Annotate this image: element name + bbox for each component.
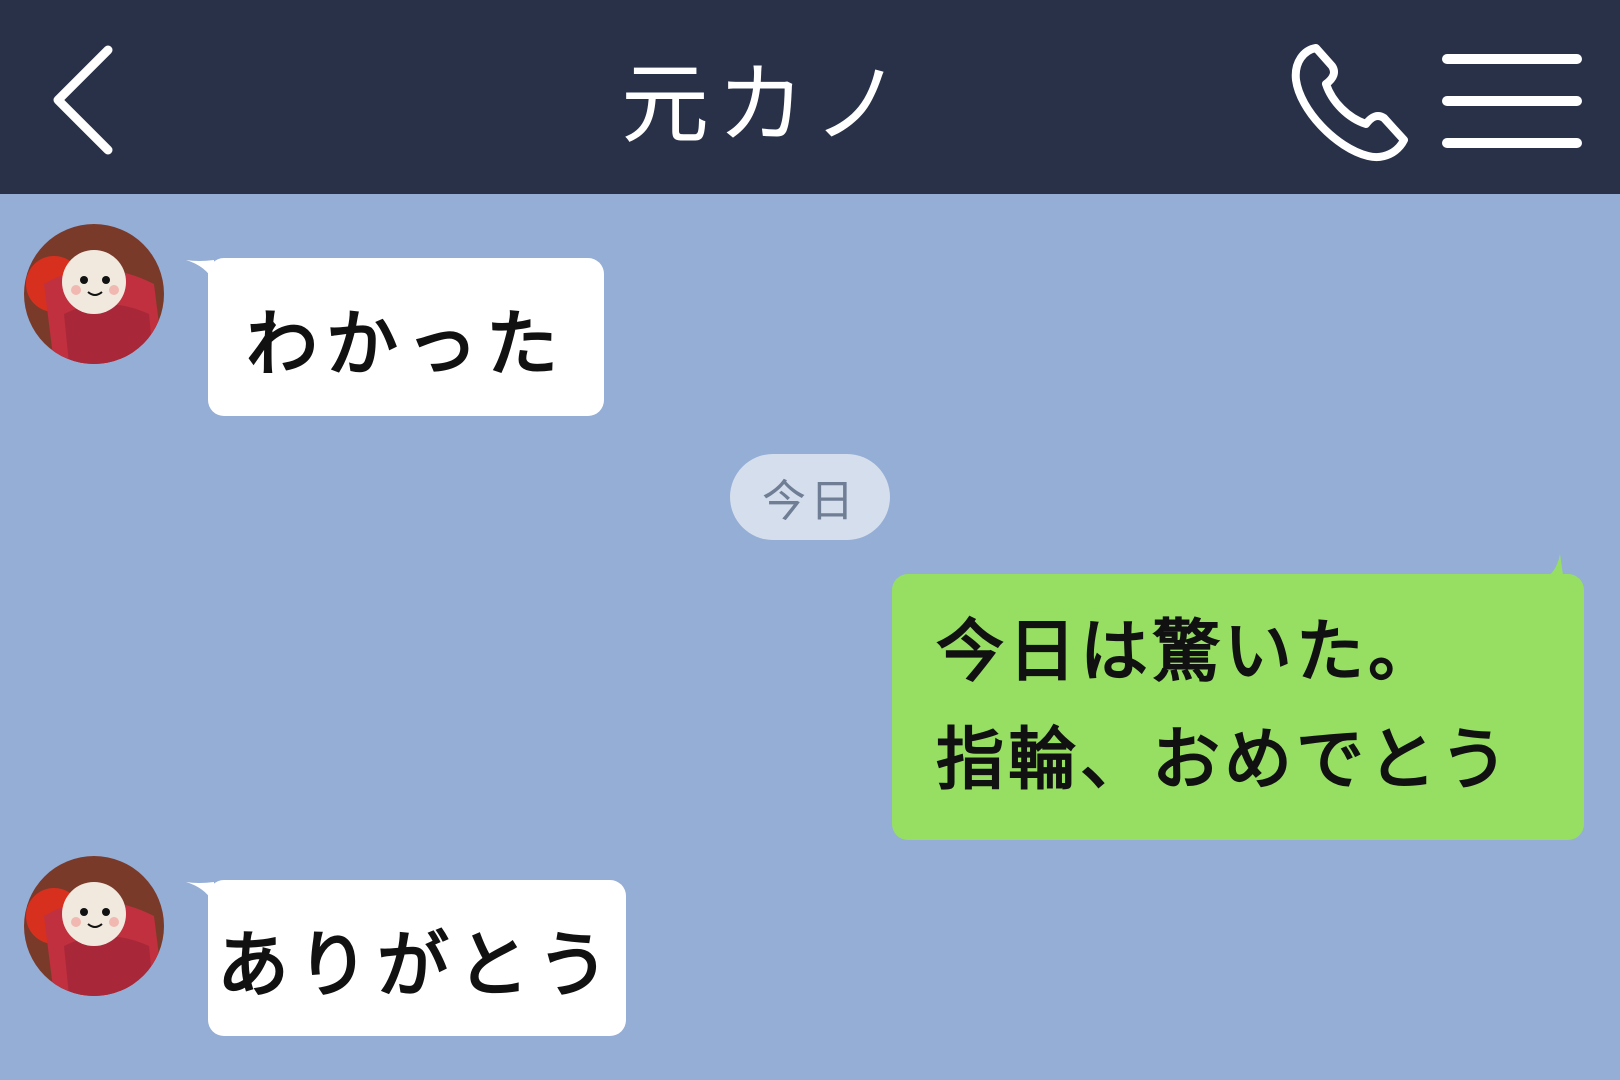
incoming-message[interactable]: わかった [208, 258, 604, 416]
avatar-image [24, 856, 164, 996]
message-text: ありがとう [216, 922, 617, 1007]
message-line-2: 指輪、おめでとう [936, 721, 1513, 800]
incoming-message[interactable]: ありがとう [208, 880, 626, 1036]
avatar-image [24, 224, 164, 364]
avatar[interactable] [24, 224, 164, 364]
date-separator: 今日 [730, 454, 890, 540]
avatar[interactable] [24, 856, 164, 996]
date-label: 今日 [762, 476, 858, 527]
message-line-1: 今日は驚いた。 [936, 613, 1441, 692]
outgoing-message[interactable]: 今日は驚いた。 指輪、おめでとう [892, 574, 1584, 840]
message-text: わかった [245, 301, 566, 386]
hamburger-menu-icon[interactable] [1440, 50, 1584, 152]
phone-icon[interactable] [1286, 40, 1414, 166]
chat-header: 元カノ [0, 0, 1620, 194]
